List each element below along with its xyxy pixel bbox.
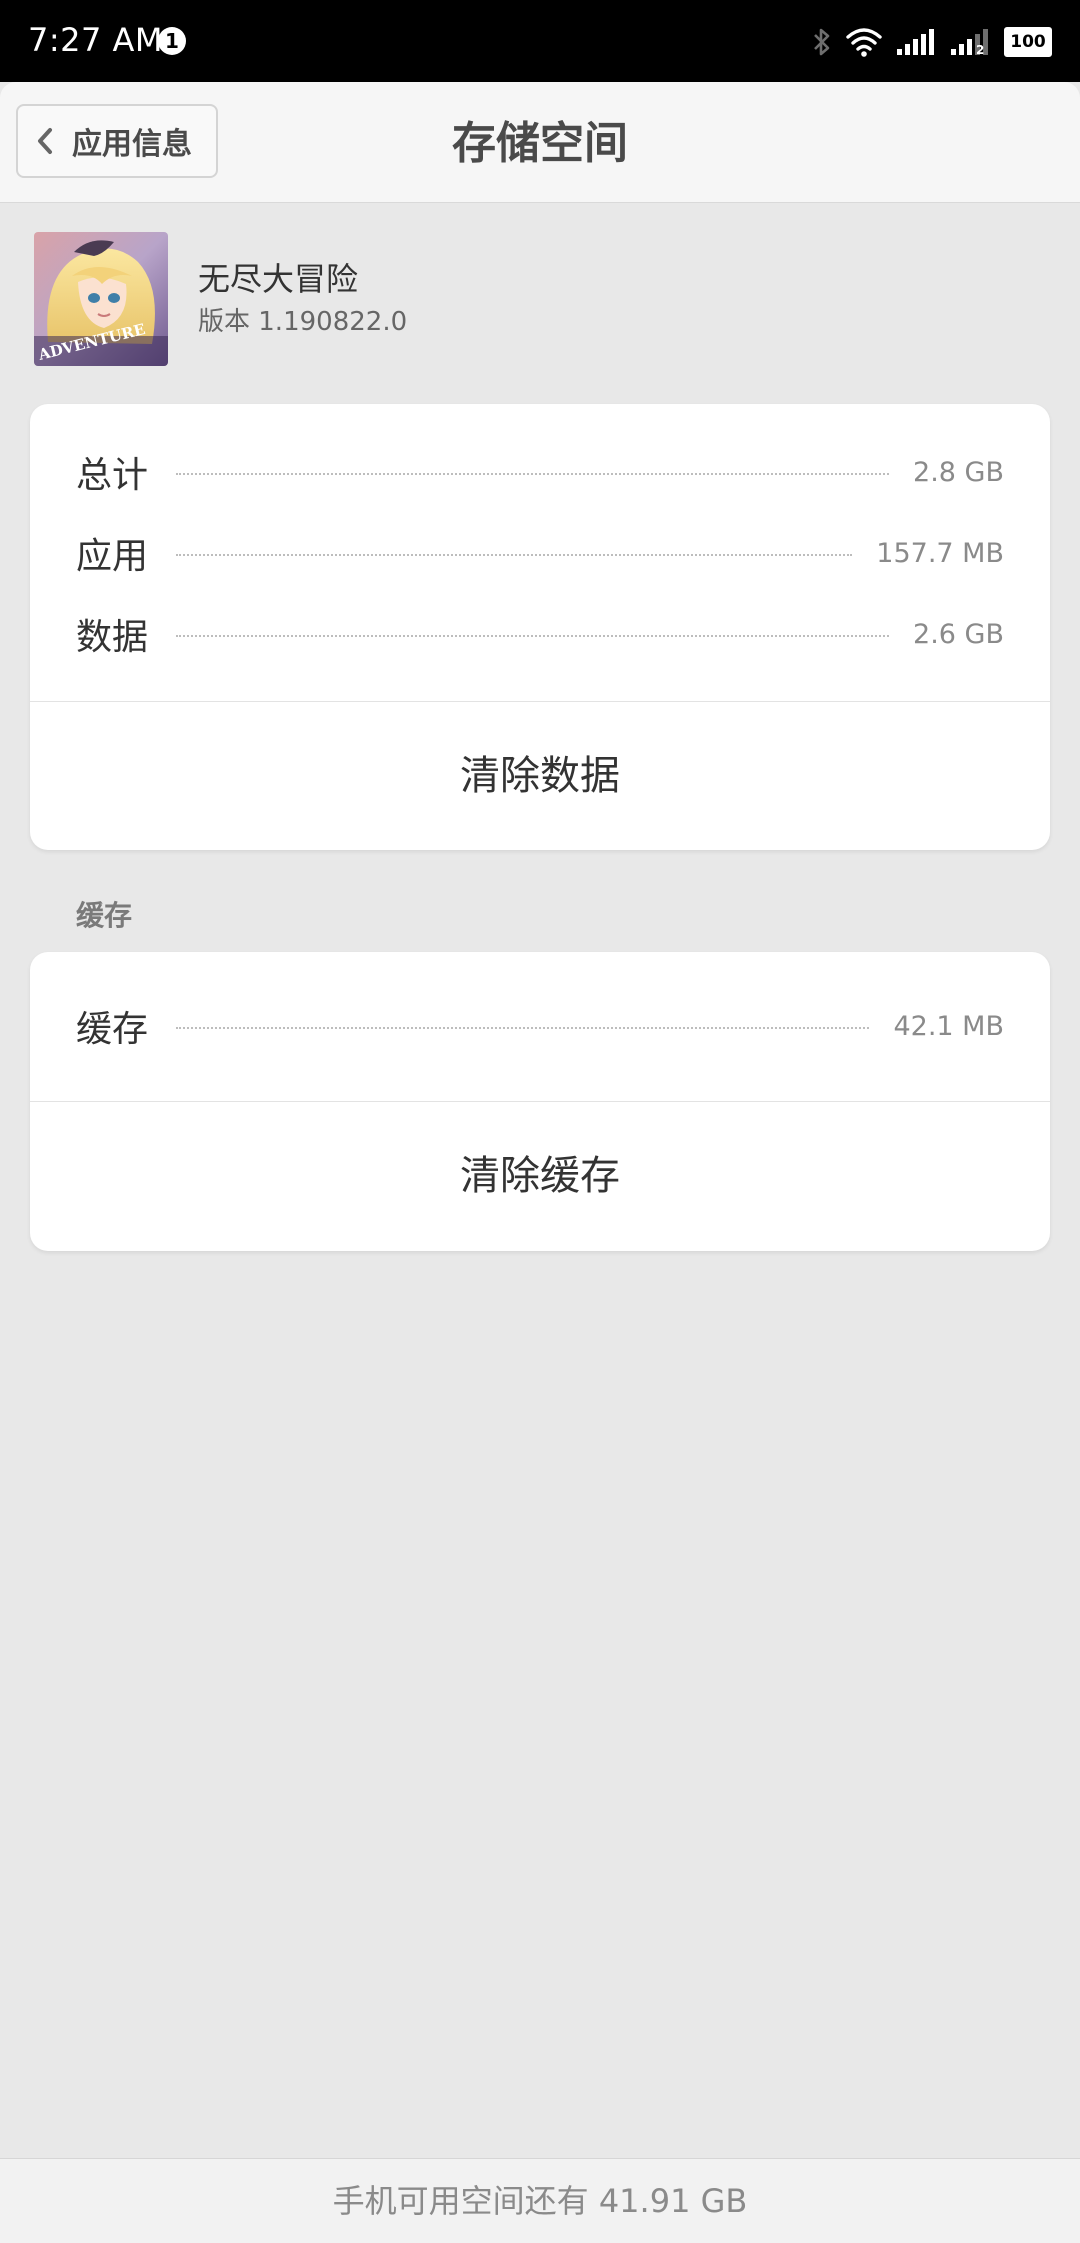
dotted-leader bbox=[176, 473, 890, 475]
dotted-leader bbox=[176, 1027, 870, 1029]
storage-row-label: 数据 bbox=[76, 617, 149, 658]
storage-row-value: 157.7 MB bbox=[876, 537, 1004, 569]
status-bar: 7:27 AM 1 2 100 bbox=[0, 0, 1080, 82]
dotted-leader bbox=[176, 554, 853, 556]
storage-row-total: 总计 2.8 GB bbox=[76, 442, 1004, 502]
available-storage-footer: 手机可用空间还有 41.91 GB bbox=[0, 2158, 1080, 2243]
cache-card: 缓存 42.1 MB 清除缓存 bbox=[30, 952, 1050, 1251]
wifi-icon bbox=[846, 27, 882, 57]
storage-card: 总计 2.8 GB 应用 157.7 MB 数据 2.6 GB 清除数据 bbox=[30, 404, 1050, 850]
page-title: 存储空间 bbox=[452, 118, 628, 169]
app-name: 无尽大冒险 bbox=[198, 260, 359, 298]
cache-row: 缓存 42.1 MB bbox=[76, 996, 1004, 1056]
storage-row-value: 2.8 GB bbox=[913, 456, 1004, 488]
status-time: 7:27 AM bbox=[28, 21, 164, 59]
storage-row-label: 应用 bbox=[76, 536, 149, 577]
header: 应用信息 存储空间 bbox=[0, 82, 1080, 203]
storage-row-data: 数据 2.6 GB bbox=[76, 604, 1004, 664]
storage-row-label: 总计 bbox=[76, 455, 149, 496]
cache-row-label: 缓存 bbox=[76, 1009, 149, 1050]
dotted-leader bbox=[176, 635, 890, 637]
clear-data-button[interactable]: 清除数据 bbox=[30, 702, 1050, 850]
cache-section-title: 缓存 bbox=[76, 899, 133, 932]
notification-count-badge: 1 bbox=[158, 27, 186, 55]
signal-sim2-icon: 2 bbox=[950, 28, 990, 56]
cache-row-value: 42.1 MB bbox=[893, 1010, 1004, 1042]
clear-cache-button[interactable]: 清除缓存 bbox=[30, 1102, 1050, 1251]
sim2-label: 2 bbox=[976, 43, 984, 56]
app-version: 版本 1.190822.0 bbox=[198, 307, 408, 337]
storage-row-app: 应用 157.7 MB bbox=[76, 523, 1004, 583]
battery-icon: 100 bbox=[1004, 27, 1052, 57]
storage-row-value: 2.6 GB bbox=[913, 618, 1004, 650]
bluetooth-icon bbox=[812, 26, 832, 58]
status-icons: 2 100 bbox=[812, 22, 1052, 62]
signal-sim1-icon bbox=[896, 28, 936, 56]
app-icon: ADVENTURE bbox=[34, 232, 168, 366]
